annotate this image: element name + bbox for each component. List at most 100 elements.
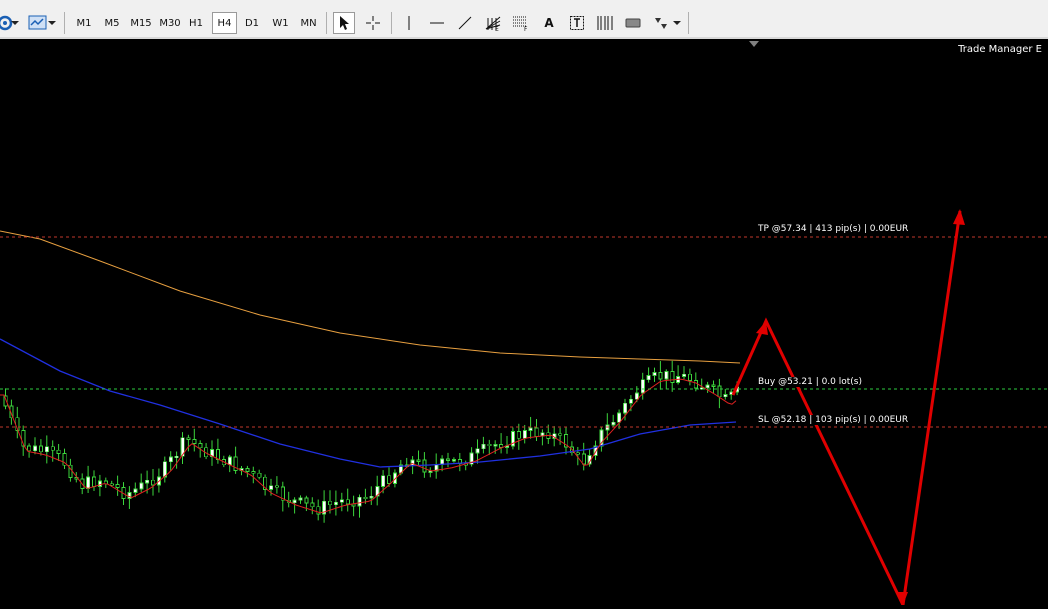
candle-body [269,485,274,490]
horizontal-line-icon[interactable] [426,12,448,34]
candle-body [50,446,55,451]
candle-body [298,497,303,501]
timeframe-h4[interactable]: H4 [212,12,237,34]
timeframe-label: MN [300,17,317,29]
trendline-icon[interactable] [454,12,476,34]
candle-body [363,496,368,500]
timeframe-h1[interactable]: H1 [184,12,208,34]
candle-body [274,485,279,488]
toolbar-separator [688,12,689,34]
candle-body [381,475,386,487]
candle-body [44,446,49,453]
timeframe-label: H1 [189,17,203,29]
stop-loss-label[interactable]: SL @52.18 | 103 pip(s) | 0.00EUR [757,415,910,425]
candle-body [310,502,315,508]
candle-body [109,483,114,486]
vertical-line-icon[interactable] [398,12,420,34]
candle-body [516,431,521,439]
text-label-icon[interactable] [566,12,588,34]
candle-body [629,398,634,404]
candle-body [475,448,480,454]
candle-body [451,459,456,462]
candle-body [522,430,527,439]
candle-body [86,476,91,490]
chevron-down-icon[interactable] [671,12,683,34]
candle-body [664,370,669,380]
candle-body [56,449,61,454]
candle-body [316,506,321,515]
svg-text:F: F [524,26,528,32]
candle-body [345,499,350,505]
candle-body [688,373,693,381]
timeframe-m1[interactable]: M1 [72,12,96,34]
timeframe-label: M15 [130,17,152,29]
candle-body [575,452,580,455]
timeframe-d1[interactable]: D1 [240,12,264,34]
candle-body [652,372,657,376]
arrowhead-icon [756,321,768,335]
candle-body [339,499,344,503]
candles-group [3,360,740,523]
timeframe-label: M30 [159,17,181,29]
moving-average-slow [0,230,741,364]
timeframe-label: M1 [76,17,92,29]
toolbar-separator [391,12,392,34]
take-profit-label[interactable]: TP @57.34 | 413 pip(s) | 0.00EUR [757,224,910,234]
gann-lines-icon[interactable] [594,12,616,34]
chevron-down-icon[interactable] [46,12,58,34]
candle-body [357,496,362,507]
buy-entry-label[interactable]: Buy @53.21 | 0.0 lot(s) [757,377,864,387]
candle-body [682,373,687,377]
timeframe-m30[interactable]: M30 [156,12,184,34]
timeframe-w1[interactable]: W1 [268,12,293,34]
candle-body [611,421,616,426]
crosshair-icon[interactable] [362,12,384,34]
cursor-icon[interactable] [333,12,355,34]
rectangle-icon[interactable] [622,12,644,34]
candle-body [245,468,250,473]
shapes-menu-icon[interactable] [650,12,672,34]
candle-body [115,484,120,488]
arrowhead-icon [896,592,908,605]
chevron-down-icon[interactable] [9,12,21,34]
candle-body [723,394,728,398]
toolbar-separator [326,12,327,34]
candle-body [139,482,144,490]
candle-body [658,372,663,380]
candle-body [328,500,333,506]
candle-body [98,480,103,488]
candle-body [227,456,232,466]
candle-body [581,453,586,465]
candle-body [481,443,486,450]
candle-body [534,427,539,437]
text-icon[interactable]: A [538,12,560,34]
candle-body [717,385,722,398]
candle-body [623,402,628,414]
candle-body [528,427,533,431]
svg-text:E: E [495,26,499,32]
candle-body [670,370,675,383]
fibonacci-fan-icon[interactable]: E [482,12,504,34]
candle-body [369,495,374,499]
expert-advisor-name: Trade Manager E [958,44,1042,55]
toolbar-separator [64,12,65,34]
candle-body [292,499,297,504]
price-chart[interactable] [0,39,1048,609]
candle-body [151,479,156,486]
candle-body [304,497,309,504]
candle-body [617,412,622,423]
candle-body [39,445,44,453]
timeframe-m5[interactable]: M5 [100,12,124,34]
arrowhead-icon [953,209,965,225]
fibonacci-retracement-icon[interactable]: F [510,12,532,34]
candle-body [711,384,716,387]
chart-shift-marker[interactable] [749,41,759,47]
timeframe-m15[interactable]: M15 [127,12,155,34]
moving-average-fast [0,378,737,514]
chart-canvas[interactable] [0,39,1048,609]
text-tool-glyph: A [544,16,554,30]
timeframe-mn[interactable]: MN [296,12,321,34]
candle-body [133,488,138,493]
candle-body [186,437,191,440]
candle-body [174,455,179,459]
